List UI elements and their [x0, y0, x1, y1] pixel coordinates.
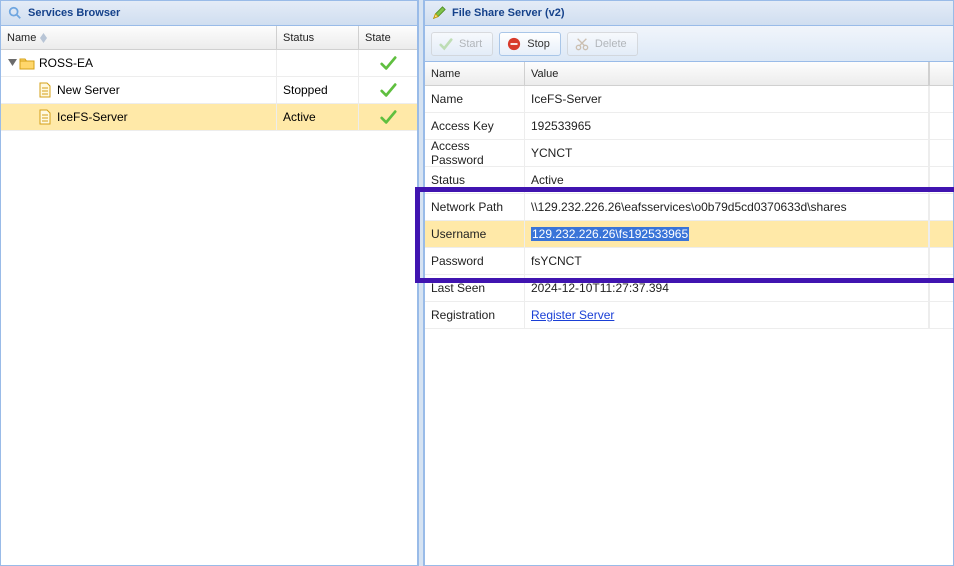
tree-column-header: Name Status State — [1, 26, 417, 50]
tree-node-label: IceFS-Server — [57, 110, 128, 124]
prop-key: Registration — [425, 302, 525, 328]
details-title: File Share Server (v2) — [452, 7, 565, 19]
services-browser-title: Services Browser — [28, 7, 120, 19]
magnifier-icon — [7, 5, 23, 21]
expander-icon[interactable] — [5, 59, 19, 68]
prop-value: 129.232.226.26\fs192533965 — [525, 221, 929, 247]
start-button-label: Start — [459, 38, 482, 50]
prop-key: Last Seen — [425, 275, 525, 301]
tree-body: ROSS-EA New Server Sto — [1, 50, 417, 565]
prop-value: IceFS-Server — [525, 86, 929, 112]
delete-button: Delete — [567, 32, 638, 56]
prop-row-password[interactable]: Password fsYCNCT — [425, 248, 953, 275]
tree-node-child[interactable]: New Server Stopped — [1, 77, 417, 104]
prop-value: Active — [525, 167, 929, 193]
prop-row[interactable]: Status Active — [425, 167, 953, 194]
tree-node-child[interactable]: IceFS-Server Active — [1, 104, 417, 131]
prop-value: Register Server — [525, 302, 929, 328]
details-panel: File Share Server (v2) Start Stop Delete — [424, 0, 954, 566]
prop-row[interactable]: Registration Register Server — [425, 302, 953, 329]
col-header-prop-name[interactable]: Name — [425, 62, 525, 85]
prop-body: Name IceFS-Server Access Key 192533965 A… — [425, 86, 953, 565]
prop-value: YCNCT — [525, 140, 929, 166]
folder-open-icon — [19, 55, 35, 71]
tree-node-root-label: ROSS-EA — [39, 56, 93, 70]
services-browser-header: Services Browser — [1, 1, 417, 26]
toolbar: Start Stop Delete — [425, 26, 953, 62]
selected-text: 129.232.226.26\fs192533965 — [531, 227, 689, 241]
prop-value: 2024-12-10T11:27:37.394 — [525, 275, 929, 301]
prop-row[interactable]: Last Seen 2024-12-10T11:27:37.394 — [425, 275, 953, 302]
col-header-state[interactable]: State — [359, 26, 417, 49]
prop-value: 192533965 — [525, 113, 929, 139]
prop-key: Name — [425, 86, 525, 112]
prop-row-network-path[interactable]: Network Path \\129.232.226.26\eafsservic… — [425, 194, 953, 221]
prop-column-header: Name Value — [425, 62, 953, 86]
check-icon — [379, 54, 397, 72]
prop-key: Access Password — [425, 140, 525, 166]
document-icon — [37, 82, 53, 98]
col-header-name[interactable]: Name — [1, 26, 277, 49]
col-header-prop-value[interactable]: Value — [525, 62, 929, 85]
col-header-spacer — [929, 62, 953, 85]
check-icon — [379, 81, 397, 99]
col-header-status[interactable]: Status — [277, 26, 359, 49]
scissors-icon — [574, 36, 590, 52]
prop-key: Username — [425, 221, 525, 247]
stop-button[interactable]: Stop — [499, 32, 561, 56]
services-browser-panel: Services Browser Name Status State — [0, 0, 418, 566]
register-server-link[interactable]: Register Server — [531, 308, 614, 322]
prop-key: Status — [425, 167, 525, 193]
check-icon — [379, 108, 397, 126]
col-header-name-label: Name — [7, 32, 36, 44]
start-button: Start — [431, 32, 493, 56]
prop-row[interactable]: Access Key 192533965 — [425, 113, 953, 140]
sort-arrows-icon — [40, 33, 47, 43]
prop-key: Password — [425, 248, 525, 274]
col-header-prop-value-label: Value — [531, 68, 558, 80]
tree-node-status: Stopped — [283, 83, 328, 97]
prop-key: Access Key — [425, 113, 525, 139]
prop-row-username[interactable]: Username 129.232.226.26\fs192533965 — [425, 221, 953, 248]
tree-node-root[interactable]: ROSS-EA — [1, 50, 417, 77]
stop-button-label: Stop — [527, 38, 550, 50]
prop-value: fsYCNCT — [525, 248, 929, 274]
check-icon — [438, 36, 454, 52]
tree-node-status: Active — [283, 110, 316, 124]
col-header-status-label: Status — [283, 32, 314, 44]
tree-node-label: New Server — [57, 83, 120, 97]
pencil-icon — [431, 5, 447, 21]
stop-icon — [506, 36, 522, 52]
prop-value: \\129.232.226.26\eafsservices\o0b79d5cd0… — [525, 194, 929, 220]
prop-key: Network Path — [425, 194, 525, 220]
col-header-prop-name-label: Name — [431, 68, 460, 80]
col-header-state-label: State — [365, 32, 391, 44]
prop-row[interactable]: Access Password YCNCT — [425, 140, 953, 167]
prop-row[interactable]: Name IceFS-Server — [425, 86, 953, 113]
delete-button-label: Delete — [595, 38, 627, 50]
details-header: File Share Server (v2) — [425, 1, 953, 26]
document-icon — [37, 109, 53, 125]
